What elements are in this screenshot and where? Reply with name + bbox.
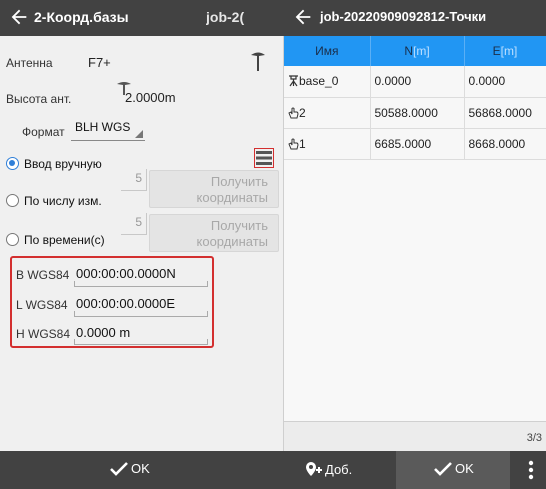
left-ok-label: OK — [131, 461, 150, 476]
left-bottom-bar: OK — [0, 451, 284, 489]
left-title-bar: 2-Коорд.базы job-2( — [0, 0, 284, 36]
b-wgs84-input[interactable]: 000:00:00.0000N — [76, 266, 176, 281]
back-arrow-icon[interactable] — [8, 6, 30, 28]
get-btn-line1: Получить — [210, 218, 268, 233]
base-coordinates-panel: 2-Коорд.базы job-2( Антенна F7+ Высота а… — [0, 0, 284, 489]
cell-e: 8668.0000 — [464, 128, 546, 160]
right-bottom-bar: Доб. OK — [284, 451, 546, 489]
get-btn-line1: Получить — [210, 174, 268, 189]
cell-e: 0.0000 — [464, 66, 546, 98]
radio-time-input[interactable] — [6, 233, 19, 246]
radio-manual-input[interactable] — [6, 157, 19, 170]
row-name: 1 — [299, 136, 306, 151]
column-name-label: Имя — [315, 44, 339, 58]
format-select[interactable]: BLH WGS — [71, 119, 145, 141]
right-title-bar: job-20220909092812-Точки — [284, 0, 546, 36]
right-ok-label: OK — [455, 461, 474, 476]
dropdown-corner-icon — [135, 130, 143, 138]
count-field[interactable]: 5 — [121, 169, 147, 191]
format-label: Формат — [22, 125, 65, 139]
right-ok-button[interactable]: OK — [396, 451, 510, 489]
row-name: 2 — [299, 105, 306, 120]
more-vert-icon[interactable] — [528, 460, 534, 480]
format-select-value: BLH WGS — [75, 120, 131, 134]
b-wgs84-label: B WGS84 — [16, 268, 70, 282]
cell-name: 2 — [284, 97, 371, 129]
antenna-height-label: Высота ант. — [6, 92, 72, 106]
add-point-button[interactable]: Доб. — [304, 461, 352, 477]
hand-point-icon — [288, 138, 299, 149]
right-page-title: job-20220909092812-Точки — [320, 9, 487, 24]
antenna-icon[interactable] — [250, 50, 266, 72]
table-row[interactable]: 2 50588.0000 56868.0000 — [284, 97, 546, 129]
hand-point-icon — [288, 107, 299, 118]
antenna-value[interactable]: F7+ — [88, 55, 111, 70]
column-header-name[interactable]: Имя — [284, 36, 371, 66]
cell-n: 50588.0000 — [370, 97, 465, 129]
row-name: base_0 — [299, 74, 339, 89]
column-header-n[interactable]: N[m] — [370, 36, 465, 66]
checkmark-icon — [110, 461, 128, 476]
column-e-label: E — [492, 44, 501, 58]
l-input-underline — [74, 311, 208, 317]
table-row[interactable]: base_0 0.0000 0.0000 — [284, 66, 546, 98]
table-empty-area — [284, 157, 546, 422]
left-ok-button[interactable]: OK — [110, 461, 150, 476]
l-wgs84-label: L WGS84 — [16, 298, 68, 312]
left-job-title: job-2( — [206, 9, 245, 25]
get-coordinates-by-count-button[interactable]: Получить координаты — [149, 170, 279, 208]
page-indicator: 3/3 — [526, 432, 542, 444]
base-station-icon — [289, 75, 298, 87]
add-point-icon — [306, 462, 322, 476]
list-menu-icon[interactable] — [254, 148, 274, 168]
l-wgs84-input[interactable]: 000:00:00.0000E — [76, 296, 175, 311]
points-table: Имя N[m] E[m] base_0 0.0000 0.0000 2 505… — [284, 36, 546, 160]
cell-name: base_0 — [284, 66, 371, 98]
h-input-underline — [74, 339, 208, 345]
points-list-panel: job-20220909092812-Точки Имя N[m] E[m] b… — [284, 0, 546, 489]
b-input-underline — [74, 281, 208, 287]
column-n-label: N — [404, 44, 413, 58]
radio-count-input[interactable] — [6, 194, 19, 207]
radio-time-label[interactable]: По времени(с) — [24, 233, 105, 247]
h-wgs84-label: H WGS84 — [16, 327, 71, 341]
column-n-unit: [m] — [413, 44, 430, 58]
get-btn-line2: координаты — [196, 234, 269, 249]
back-arrow-icon[interactable] — [292, 6, 314, 28]
checkmark-icon — [434, 461, 452, 476]
get-coordinates-by-time-button[interactable]: Получить координаты — [149, 214, 279, 252]
column-e-unit: [m] — [500, 44, 518, 58]
column-header-e[interactable]: E[m] — [464, 36, 546, 66]
time-field[interactable]: 5 — [121, 213, 147, 235]
radio-count-label[interactable]: По числу изм. — [24, 194, 102, 208]
table-header-row: Имя N[m] E[m] — [284, 36, 546, 66]
get-btn-line2: координаты — [196, 190, 269, 205]
cell-name: 1 — [284, 128, 371, 160]
cell-n: 0.0000 — [370, 66, 465, 98]
cell-e: 56868.0000 — [464, 97, 546, 129]
coordinate-input-group: B WGS84 000:00:00.0000N L WGS84 000:00:0… — [10, 256, 214, 348]
cell-n: 6685.0000 — [370, 128, 465, 160]
h-wgs84-input[interactable]: 0.0000 m — [76, 325, 130, 340]
radio-manual-label[interactable]: Ввод вручную — [24, 157, 102, 171]
table-row[interactable]: 1 6685.0000 8668.0000 — [284, 128, 546, 160]
antenna-label: Антенна — [6, 56, 53, 70]
left-page-title: 2-Коорд.базы — [34, 9, 129, 25]
antenna-height-value[interactable]: 2.0000m — [125, 90, 176, 105]
add-point-label: Доб. — [325, 461, 353, 477]
